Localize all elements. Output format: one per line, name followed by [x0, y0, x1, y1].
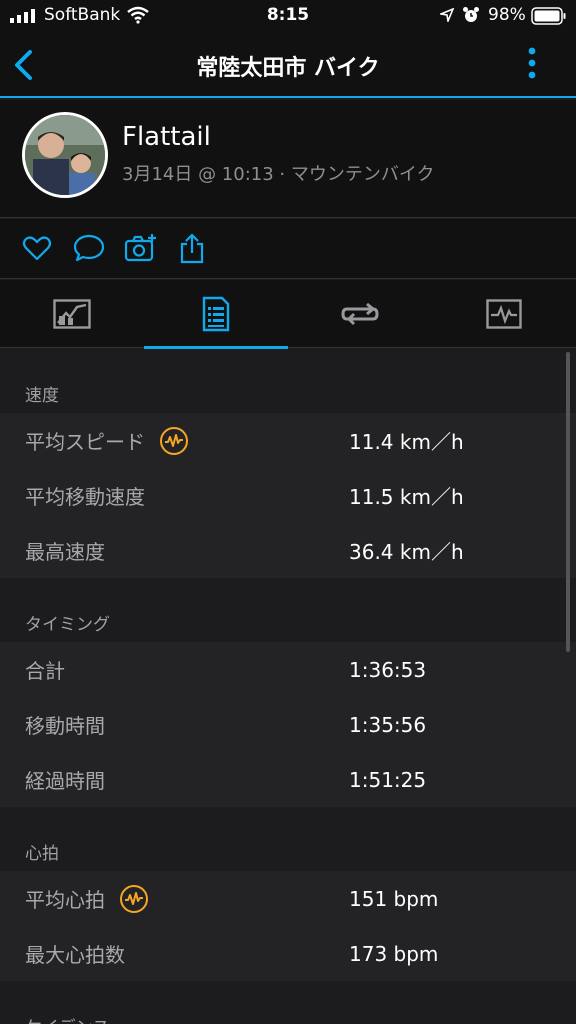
heart-rate-section: 平均心拍 151 bpm 最大心拍数 173 bpm	[0, 871, 576, 981]
table-row: 移動時間 1:35:56	[0, 697, 576, 752]
activity-meta: 3月14日 @ 10:13 · マウンテンバイク	[122, 164, 435, 185]
tab-graphs[interactable]	[432, 280, 576, 348]
row-value: 1:36:53	[349, 657, 427, 682]
speed-section: 平均スピード 11.4 km／h 平均移動速度 11.5 km／h 最高速度 3…	[0, 413, 576, 578]
heart-icon[interactable]	[22, 233, 52, 263]
table-row: 平均心拍 151 bpm	[0, 871, 576, 926]
row-label: 最大心拍数	[25, 943, 125, 967]
section-title-timing: タイミング	[25, 615, 110, 635]
row-label: 経過時間	[25, 769, 105, 793]
table-row: 平均移動速度 11.5 km／h	[0, 468, 576, 523]
row-value: 151 bpm	[349, 886, 439, 911]
table-row: 平均スピード 11.4 km／h	[0, 413, 576, 468]
status-bar: SoftBank 8:15 98%	[0, 0, 576, 32]
table-row: 最高速度 36.4 km／h	[0, 523, 576, 578]
user-name[interactable]: Flattail	[122, 122, 211, 152]
share-icon[interactable]	[178, 233, 206, 265]
section-title-speed: 速度	[25, 386, 59, 406]
tab-stats[interactable]	[144, 280, 288, 349]
heart-rate-badge-icon	[120, 884, 148, 913]
row-label: 移動時間	[25, 714, 105, 738]
row-value: 11.5 km／h	[349, 485, 464, 509]
alarm-icon	[463, 7, 479, 22]
row-label: 最高速度	[25, 540, 105, 564]
location-arrow-icon	[440, 8, 454, 22]
table-row: 最大心拍数 173 bpm	[0, 926, 576, 981]
laps-icon	[341, 302, 379, 326]
row-value: 1:35:56	[349, 712, 427, 737]
stats-list-icon	[202, 296, 230, 332]
tab-map[interactable]	[0, 280, 144, 348]
row-label: 合計	[25, 659, 65, 683]
row-value: 1:51:25	[349, 767, 427, 792]
nav-bar: 常陸太田市 バイク	[0, 32, 576, 98]
row-label: 平均心拍	[25, 888, 105, 912]
tab-laps[interactable]	[288, 280, 432, 348]
row-value: 173 bpm	[349, 941, 439, 966]
section-title-heart-rate: 心拍	[25, 844, 59, 864]
map-chart-icon	[53, 299, 91, 329]
scrollbar[interactable]	[566, 352, 570, 652]
tab-bar	[0, 280, 576, 349]
row-value: 36.4 km／h	[349, 540, 464, 564]
heart-rate-badge-icon	[160, 426, 188, 455]
page-title: 常陸太田市 バイク	[196, 56, 380, 81]
avatar-photo	[25, 115, 105, 195]
vertical-ellipsis-icon[interactable]	[522, 46, 542, 80]
row-value: 11.4 km／h	[349, 430, 464, 454]
stats-content[interactable]: 速度 平均スピード 11.4 km／h 平均移動速度 11.5 km／h 最高速…	[0, 349, 576, 1024]
battery-icon	[531, 7, 566, 25]
table-row: 合計 1:36:53	[0, 642, 576, 697]
section-title-cadence: ケイデンス	[0, 981, 576, 1024]
comment-icon[interactable]	[73, 233, 105, 263]
row-label: 平均移動速度	[25, 485, 145, 509]
camera-add-icon[interactable]	[124, 233, 158, 263]
graph-icon	[486, 299, 522, 329]
avatar[interactable]	[22, 112, 108, 198]
timing-section: 合計 1:36:53 移動時間 1:35:56 経過時間 1:51:25	[0, 642, 576, 807]
activity-header: Flattail 3月14日 @ 10:13 · マウンテンバイク	[0, 100, 576, 218]
table-row: 経過時間 1:51:25	[0, 752, 576, 807]
action-bar	[0, 219, 576, 279]
battery-percent: 98%	[488, 5, 526, 25]
row-label: 平均スピード	[25, 430, 145, 454]
